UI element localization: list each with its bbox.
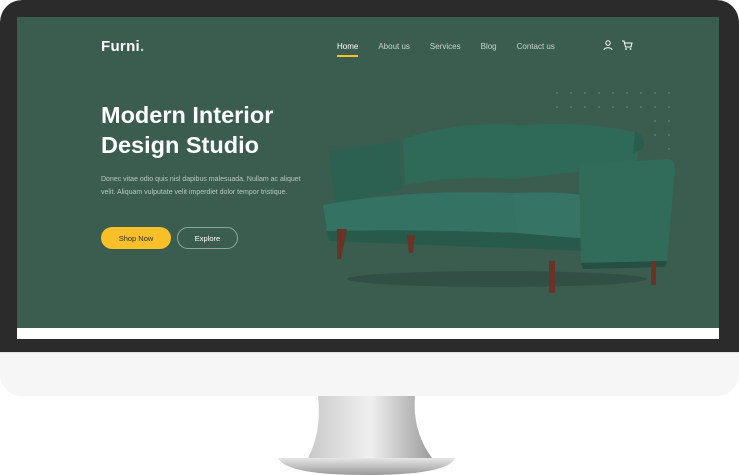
nav-item-about-us[interactable]: About us xyxy=(378,42,410,51)
sofa-image xyxy=(323,123,675,293)
explore-button[interactable]: Explore xyxy=(177,227,238,249)
monitor: Furni. Home About us Services Blog Conta… xyxy=(0,0,739,396)
hero-section: Furni. Home About us Services Blog Conta… xyxy=(17,17,719,328)
hero-title-line-2: Design Studio xyxy=(101,132,259,158)
hero-title: Modern Interior Design Studio xyxy=(101,100,341,160)
website-screen: Furni. Home About us Services Blog Conta… xyxy=(17,17,719,339)
hero-description: Donec vitae odio quis nisl dapibus males… xyxy=(101,176,301,196)
nav-item-services[interactable]: Services xyxy=(430,42,461,51)
logo-text: Furni xyxy=(101,38,140,55)
monitor-stand xyxy=(278,396,455,475)
shop-now-button[interactable]: Shop Now xyxy=(101,227,171,249)
main-nav: Home About us Services Blog Contact us xyxy=(337,42,575,57)
site-logo[interactable]: Furni. xyxy=(101,38,144,55)
cart-icon[interactable] xyxy=(621,39,633,51)
monitor-chin xyxy=(0,352,739,396)
hero-title-line-1: Modern Interior xyxy=(101,102,274,128)
nav-item-contact-us[interactable]: Contact us xyxy=(517,42,555,51)
nav-icons xyxy=(602,39,633,51)
nav-item-home[interactable]: Home xyxy=(337,42,359,57)
nav-item-blog[interactable]: Blog xyxy=(481,42,497,51)
user-icon[interactable] xyxy=(602,39,614,51)
logo-dot: . xyxy=(140,38,145,55)
